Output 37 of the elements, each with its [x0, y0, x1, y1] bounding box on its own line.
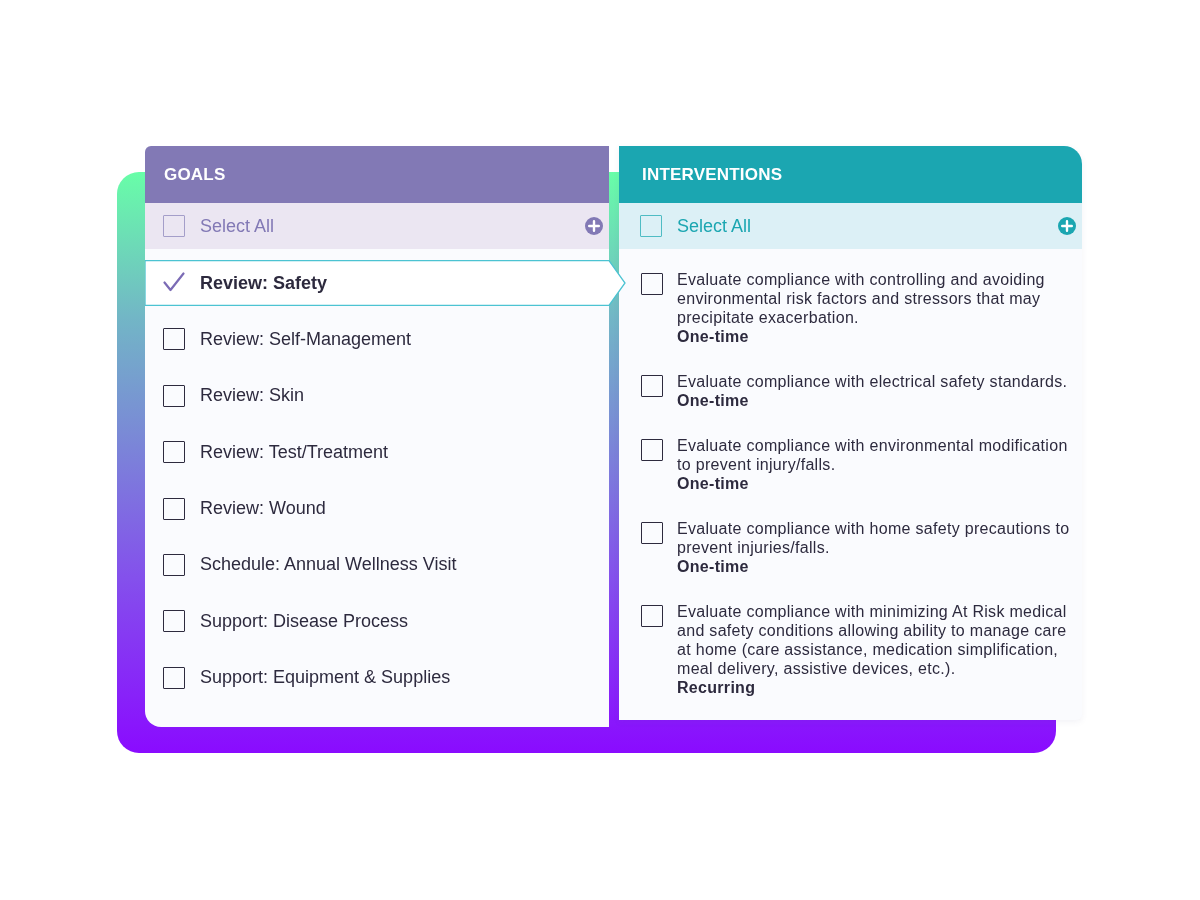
- checkbox[interactable]: [163, 610, 185, 633]
- checkbox[interactable]: [163, 553, 185, 576]
- goal-item[interactable]: Schedule: Annual Wellness Visit: [145, 541, 626, 588]
- frequency-label: One-time: [677, 327, 750, 346]
- add-icon[interactable]: [1058, 217, 1076, 235]
- checkbox[interactable]: [641, 522, 663, 544]
- checkbox[interactable]: [641, 439, 663, 461]
- goal-item[interactable]: Review: Wound: [145, 485, 626, 532]
- intervention-text: Evaluate compliance with minimizing At Risk medical and safety conditions allowing ability to manage care at home (care assistance, medication simplification, meal delivery, assistive devices, etc.).: [677, 602, 1068, 678]
- add-icon[interactable]: [585, 217, 603, 235]
- checkbox[interactable]: [641, 273, 663, 295]
- frequency-label: One-time: [677, 474, 750, 493]
- checkbox[interactable]: [163, 215, 185, 237]
- intervention-text: Evaluate compliance with home safety precautions to prevent injuries/falls.: [677, 519, 1071, 557]
- checkbox[interactable]: [163, 384, 185, 407]
- panel-header: INTERVENTIONS: [619, 146, 1082, 203]
- goal-item[interactable]: Review: Safety: [145, 260, 626, 306]
- intervention-text: Evaluate compliance with controlling and avoiding environmental risk factors and stressors that may precipitate exacerbation.: [677, 270, 1046, 327]
- intervention-text: Evaluate compliance with electrical safety standards.: [677, 372, 1069, 391]
- frequency-label: Recurring: [677, 678, 757, 697]
- intervention-text: Evaluate compliance with environmental modification to prevent injury/falls.: [677, 436, 1069, 474]
- checkbox[interactable]: [641, 605, 663, 627]
- checkbox[interactable]: [163, 328, 185, 351]
- checkbox[interactable]: [640, 215, 662, 237]
- goal-item[interactable]: Review: Test/Treatment: [145, 429, 626, 476]
- goal-item[interactable]: Support: Equipment & Supplies: [145, 654, 626, 701]
- goal-item[interactable]: Support: Disease Process: [145, 598, 626, 645]
- goal-item[interactable]: Review: Self-Management: [145, 316, 626, 363]
- checkbox[interactable]: [641, 375, 663, 397]
- checkbox[interactable]: [163, 497, 185, 520]
- frequency-label: One-time: [677, 557, 750, 576]
- goal-item[interactable]: Review: Skin: [145, 372, 626, 419]
- panel-header: GOALS: [145, 146, 609, 203]
- check-icon[interactable]: [163, 272, 185, 292]
- checkbox[interactable]: [163, 441, 185, 464]
- checkbox[interactable]: [163, 666, 185, 689]
- frequency-label: One-time: [677, 391, 750, 410]
